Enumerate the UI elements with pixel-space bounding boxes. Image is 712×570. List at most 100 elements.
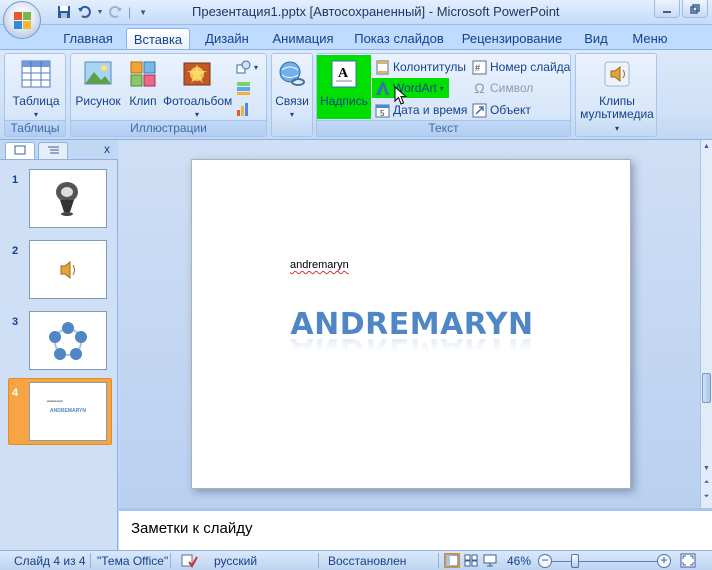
table-icon <box>20 58 52 90</box>
customize-qat-icon[interactable]: ▼ <box>135 4 151 20</box>
shapes-button[interactable]: ▾ <box>236 57 258 77</box>
slide-thumbnail-1[interactable] <box>29 169 107 228</box>
svg-text:A: A <box>338 66 349 81</box>
status-separator <box>318 553 319 568</box>
tab-slides[interactable] <box>5 142 35 159</box>
language-indicator[interactable]: русский <box>214 554 257 568</box>
slideshow-button[interactable] <box>482 553 498 568</box>
svg-text:5: 5 <box>380 109 385 118</box>
wordart-reflection: ANDREMARYN <box>290 331 534 366</box>
speaker-icon <box>60 260 75 280</box>
group-tables: Таблица ▾ Таблицы <box>4 53 66 137</box>
scroll-down-icon[interactable]: ▼ <box>701 462 712 476</box>
thumb-wordart-text: ANDREMARYN <box>50 408 86 414</box>
slide-sorter-button[interactable] <box>463 553 479 568</box>
notes-pane[interactable]: Заметки к слайду <box>119 508 712 550</box>
slide-small-textbox[interactable]: andremaryn <box>290 259 349 271</box>
zoom-in-button[interactable]: + <box>657 554 671 568</box>
tab-animation[interactable]: Анимация <box>268 28 338 50</box>
chart-icon <box>236 102 251 117</box>
links-button[interactable]: Связи ▾ <box>274 58 310 121</box>
spellcheck-icon[interactable] <box>180 554 198 570</box>
undo-icon[interactable] <box>76 4 92 20</box>
panel-close-button[interactable]: x <box>104 142 110 156</box>
group-text-label: Текст <box>317 120 570 136</box>
minimize-button[interactable] <box>654 0 680 18</box>
outline-view-icon <box>48 146 59 154</box>
tab-menu[interactable]: Меню <box>628 28 672 50</box>
thumb-small-text: andremaryn <box>47 399 64 403</box>
group-illustrations: Рисунок Клип Фотоальбом ▾ ▾ Иллюстрации <box>70 53 267 137</box>
textbox-button[interactable]: A Надпись <box>317 55 371 119</box>
smartart-button[interactable] <box>236 78 251 98</box>
tab-insert[interactable]: Вставка <box>126 28 190 50</box>
window-title: Презентация1.pptx [Автосохраненный] - Mi… <box>192 4 560 19</box>
slide-number-button[interactable]: # Номер слайда <box>472 57 570 77</box>
previous-slide-icon[interactable]: ⏶ <box>701 476 712 490</box>
object-button[interactable]: Объект <box>472 100 531 120</box>
undo-dropdown-icon[interactable]: ▼ <box>96 4 104 20</box>
table-button[interactable]: Таблица ▾ <box>10 58 62 121</box>
thumb-number: 1 <box>12 174 19 186</box>
tab-review[interactable]: Рецензирование <box>460 28 564 50</box>
chart-button[interactable] <box>236 99 251 119</box>
slides-view-icon <box>14 145 26 155</box>
tab-design[interactable]: Дизайн <box>200 28 254 50</box>
picture-label: Рисунок <box>75 94 121 108</box>
quick-access-toolbar: ▼ | ▼ <box>56 3 151 21</box>
shapes-icon <box>236 60 251 75</box>
photo-album-button[interactable]: Фотоальбом ▾ <box>163 58 233 121</box>
wordart-button[interactable]: WordArt ▾ <box>372 78 449 98</box>
tab-view[interactable]: Вид <box>580 28 612 50</box>
symbol-label: Символ <box>490 81 534 95</box>
tab-outline[interactable] <box>38 142 68 159</box>
scroll-up-icon[interactable]: ▲ <box>701 140 712 154</box>
clip-label: Клип <box>129 94 157 108</box>
slide-counter: Слайд 4 из 4 <box>14 554 86 568</box>
picture-icon <box>82 58 114 90</box>
office-button[interactable] <box>3 1 41 39</box>
slide-thumbnail-2[interactable] <box>29 240 107 299</box>
links-label: Связи <box>275 94 309 108</box>
textbox-icon: A <box>328 58 360 90</box>
group-media: Клипы мультимедиа ▾ <box>575 53 657 137</box>
photo-album-label: Фотоальбом <box>163 94 233 108</box>
speaker-icon <box>601 58 633 90</box>
tab-home[interactable]: Главная <box>60 28 116 50</box>
header-footer-button[interactable]: Колонтитулы <box>375 57 466 77</box>
tab-slideshow[interactable]: Показ слайдов <box>353 28 445 50</box>
clip-button[interactable]: Клип <box>125 58 161 108</box>
restore-button[interactable] <box>682 0 708 18</box>
status-separator <box>438 553 439 568</box>
slide-canvas[interactable]: andremaryn ANDREMARYN ANDREMARYN <box>191 159 631 489</box>
slide-thumbnail-4[interactable]: andremaryn ANDREMARYN <box>29 382 107 441</box>
zoom-slider-track[interactable] <box>552 561 660 562</box>
slide-thumbnail-3[interactable] <box>29 311 107 370</box>
scroll-thumb[interactable] <box>702 373 711 403</box>
redo-icon[interactable] <box>108 4 124 20</box>
thumb-number: 4 <box>12 387 19 399</box>
symbol-button[interactable]: Ω Символ <box>472 78 533 98</box>
zoom-level[interactable]: 46% <box>507 554 531 568</box>
normal-view-button[interactable] <box>444 553 460 568</box>
vertical-scrollbar[interactable]: ▲ ▼ ⏶ ⏷ <box>700 140 712 508</box>
zoom-out-button[interactable]: − <box>538 554 552 568</box>
zoom-slider-thumb[interactable] <box>571 554 579 568</box>
slide-number-icon: # <box>472 60 487 75</box>
picture-button[interactable]: Рисунок <box>73 58 123 108</box>
office-logo-icon <box>14 12 31 29</box>
svg-text:#: # <box>475 63 480 73</box>
date-time-button[interactable]: 5 Дата и время <box>375 100 467 120</box>
save-icon[interactable] <box>56 4 72 20</box>
next-slide-icon[interactable]: ⏷ <box>701 490 712 504</box>
panel-tabs: x <box>0 140 118 160</box>
header-footer-label: Колонтитулы <box>393 60 467 74</box>
media-clips-button[interactable]: Клипы мультимедиа ▾ <box>578 58 656 135</box>
fit-to-window-icon <box>680 553 696 568</box>
table-label: Таблица <box>12 94 60 108</box>
fit-to-window-button[interactable] <box>680 553 696 570</box>
omega-icon: Ω <box>474 79 485 96</box>
group-illustrations-label: Иллюстрации <box>71 120 266 136</box>
theme-name[interactable]: "Тема Office" <box>97 554 168 568</box>
slideshow-icon <box>483 554 497 567</box>
